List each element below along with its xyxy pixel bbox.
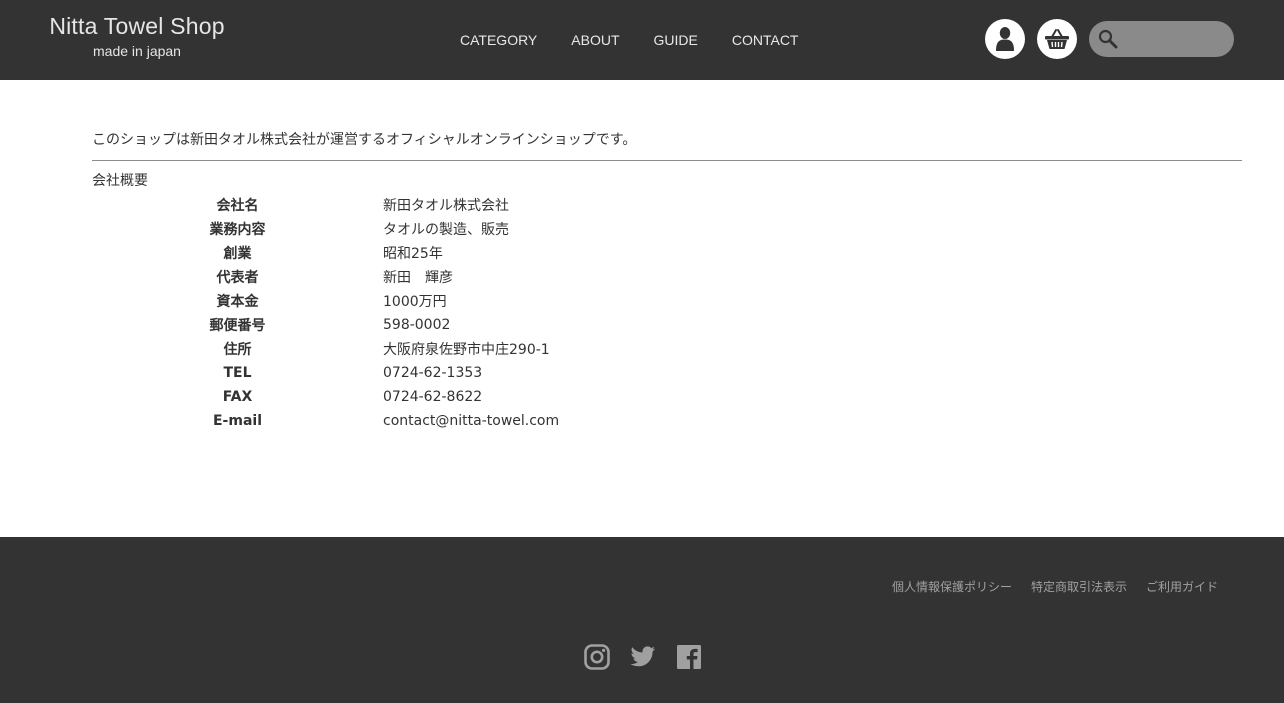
shop-logo[interactable]: Nitta Towel Shop made in japan: [42, 12, 232, 60]
footer-link-privacy[interactable]: 個人情報保護ポリシー: [892, 579, 1012, 595]
site-header: Nitta Towel Shop made in japan CATEGORY …: [0, 0, 1284, 80]
info-label: 代表者: [216, 270, 259, 286]
section-title: 会社概要: [92, 173, 148, 189]
table-row: FAX 0724-62-8622: [92, 385, 559, 409]
main-nav: CATEGORY ABOUT GUIDE CONTACT: [460, 30, 798, 50]
table-row: E-mail contact@nitta-towel.com: [92, 409, 559, 433]
instagram-icon[interactable]: [584, 644, 610, 670]
table-row: 会社名 新田タオル株式会社: [92, 193, 559, 217]
logo-subtitle: made in japan: [93, 43, 181, 59]
search-box: [1089, 21, 1234, 57]
company-info-table: 会社名 新田タオル株式会社 業務内容 タオルの製造、販売 創業 昭和25年 代表…: [92, 193, 560, 433]
info-label: 創業: [223, 246, 252, 262]
table-row: TEL 0724-62-1353: [92, 361, 559, 385]
site-footer: 個人情報保護ポリシー 特定商取引法表示 ご利用ガイド: [0, 537, 1284, 703]
twitter-icon[interactable]: [630, 644, 656, 670]
facebook-icon[interactable]: [676, 644, 702, 670]
table-row: 創業 昭和25年: [92, 241, 559, 265]
logo-title: Nitta Towel Shop: [49, 13, 225, 39]
footer-link-commerce-law[interactable]: 特定商取引法表示: [1031, 579, 1127, 595]
info-value: タオルの製造、販売: [383, 222, 509, 238]
info-label: TEL: [223, 365, 252, 381]
nav-contact[interactable]: CONTACT: [732, 30, 799, 50]
table-row: 郵便番号 598-0002: [92, 313, 559, 337]
intro-text: このショップは新田タオル株式会社が運営するオフィシャルオンラインショップです。: [92, 132, 637, 148]
info-label: 郵便番号: [209, 318, 266, 334]
cart-button[interactable]: [1037, 19, 1077, 59]
nav-guide[interactable]: GUIDE: [654, 30, 698, 50]
info-value: 598-0002: [383, 317, 451, 333]
user-icon: [996, 27, 1014, 51]
info-label: FAX: [222, 389, 253, 405]
info-value: 1000万円: [383, 294, 447, 310]
info-value: 0724-62-1353: [383, 365, 483, 381]
social-links: [584, 644, 702, 670]
info-value: 新田タオル株式会社: [383, 198, 509, 214]
footer-link-guide[interactable]: ご利用ガイド: [1146, 579, 1218, 595]
table-row: 代表者 新田 輝彦: [92, 265, 559, 289]
info-value: 昭和25年: [383, 246, 443, 262]
nav-about[interactable]: ABOUT: [571, 30, 619, 50]
search-input[interactable]: [1123, 27, 1227, 51]
table-row: 資本金 1000万円: [92, 289, 559, 313]
info-value: 新田 輝彦: [383, 270, 453, 286]
info-label: E-mail: [212, 413, 262, 429]
divider: [92, 160, 1242, 161]
footer-links: 個人情報保護ポリシー 特定商取引法表示 ご利用ガイド: [892, 579, 1218, 595]
info-label: 資本金: [216, 294, 259, 310]
table-row: 住所 大阪府泉佐野市中庄290-1: [92, 337, 559, 361]
nav-category[interactable]: CATEGORY: [460, 30, 537, 50]
search-icon: [1098, 29, 1118, 49]
info-label: 会社名: [216, 198, 259, 214]
info-label: 住所: [223, 342, 252, 358]
info-value: 0724-62-8622: [383, 389, 483, 405]
table-row: 業務内容 タオルの製造、販売: [92, 217, 559, 241]
info-value: contact@nitta-towel.com: [383, 413, 560, 429]
basket-icon: [1045, 29, 1069, 49]
account-button[interactable]: [985, 19, 1025, 59]
info-value: 大阪府泉佐野市中庄290-1: [383, 342, 550, 358]
info-label: 業務内容: [209, 222, 266, 238]
